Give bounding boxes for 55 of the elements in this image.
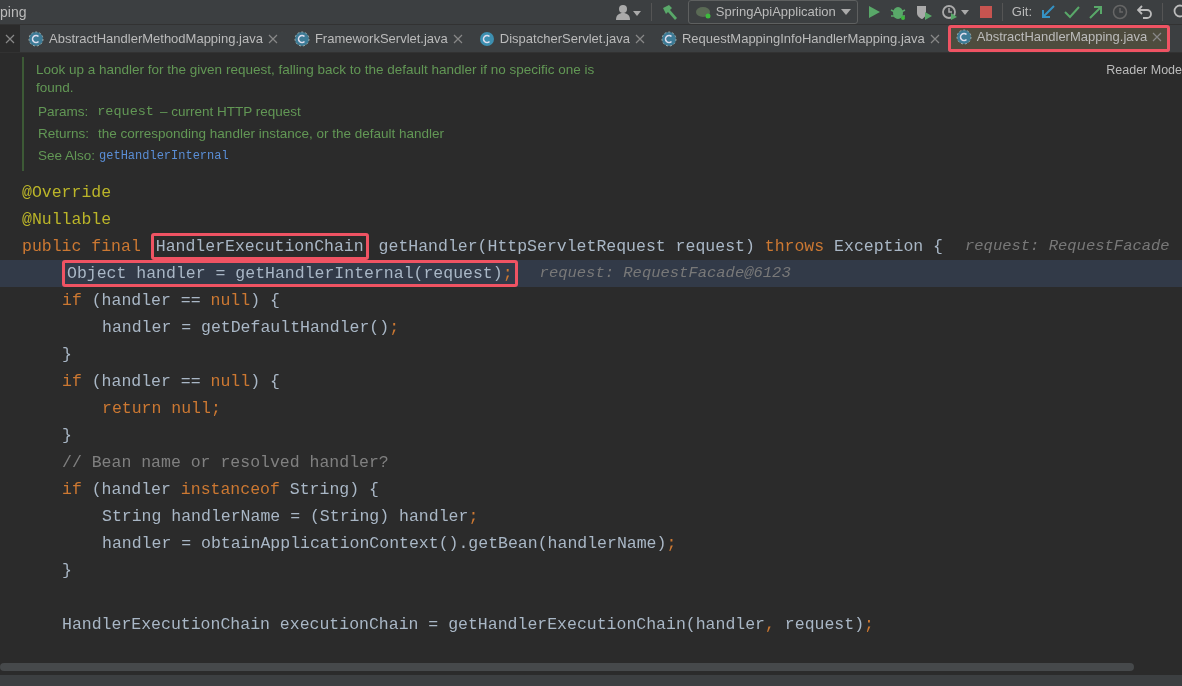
code-text: Object handler = getHandlerInternal(request) [67, 264, 503, 283]
inline-hint: request: RequestFacade@6123 [539, 263, 791, 284]
keyword: ; [666, 533, 677, 555]
code-text: request) [783, 614, 865, 636]
file-tab[interactable]: FrameworkServlet.java [285, 25, 471, 52]
keyword: if [62, 290, 82, 312]
code-text: HandlerExecutionChain executionChain = getHandlerExecutionChain(handler [62, 614, 765, 636]
keyword: instanceof [180, 479, 280, 501]
returns-description: the corresponding handler instance, or the default handler [98, 125, 444, 143]
code-text: (handler == [90, 371, 202, 393]
code-text: String handlerName = (String) handler [102, 506, 469, 528]
code-text: } [62, 344, 72, 366]
code-text: HandlerExecutionChain [155, 237, 364, 256]
see-also-link[interactable]: getHandlerInternal [99, 145, 229, 167]
keyword: throws [764, 236, 825, 258]
code-text: } [62, 560, 72, 582]
code-text: (handler [90, 479, 172, 501]
code-text: handler = getDefaultHandler() [102, 317, 390, 339]
keyword: null [210, 290, 251, 312]
keyword: ; [468, 506, 479, 528]
keyword: ; [864, 614, 874, 636]
keyword: ; [502, 264, 513, 283]
code-text: handler = obtainApplicationContext().getBean(handlerName) [102, 533, 667, 555]
doc-label: Params: [38, 103, 89, 121]
code-text: Exception { [833, 236, 943, 258]
keyword: null [210, 371, 251, 393]
reader-mode-link[interactable]: Reader Mode [1106, 61, 1182, 80]
file-tab[interactable]: AbstractHandlerMapping.java [947, 25, 1171, 52]
code-text: ) { [250, 371, 280, 393]
code-text: getHandler(HttpServletRequest request) [377, 236, 756, 258]
doc-description: Look up a handler for the given request, falling back to the default handler if no specific one is found. [36, 61, 596, 97]
run-configuration-dropdown[interactable]: SpringApiApplication [687, 0, 858, 24]
param-name: request [97, 103, 154, 121]
annotation: @Nullable [22, 209, 112, 231]
code-comment: // Bean name or resolved handler? [62, 452, 389, 474]
keyword: if [62, 479, 82, 501]
keyword: if [62, 371, 82, 393]
window-title: ping [0, 2, 27, 22]
annotation: @Override [22, 182, 112, 204]
keyword: public final [22, 236, 142, 258]
keyword: , [765, 614, 775, 636]
param-description: – current HTTP request [160, 103, 301, 121]
file-tab[interactable]: DispatcherServlet.java [470, 25, 653, 52]
code-text: (handler == [90, 290, 202, 312]
doc-label: Returns: [38, 125, 90, 143]
doc-label: See Also: [38, 147, 96, 165]
keyword: return null; [102, 398, 221, 420]
inline-hint: request: RequestFacade [965, 236, 1170, 257]
keyword: ; [389, 317, 400, 339]
code-text: ) { [250, 290, 280, 312]
file-tab[interactable]: AbstractHandlerMethodMapping.java [20, 25, 286, 52]
code-text: } [62, 425, 72, 447]
code-text: String) { [288, 479, 379, 501]
file-tab[interactable]: RequestMappingInfoHandlerMapping.java [652, 25, 948, 52]
git-label: Git: [1011, 3, 1032, 22]
